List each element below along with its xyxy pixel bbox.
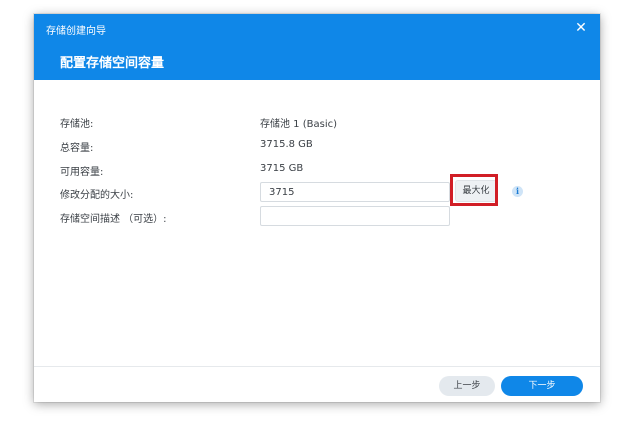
close-icon[interactable]: ✕ <box>572 19 590 37</box>
total-capacity-value: 3715.8 GB <box>260 139 313 150</box>
step-title: 配置存储空间容量 <box>60 56 165 71</box>
form-content: 存储池: 存储池 1 (Basic) 总容量: 3715.8 GB 可用容量: … <box>34 80 600 364</box>
storage-wizard-dialog: 存储创建向导 ✕ 配置存储空间容量 存储池: 存储池 1 (Basic) 总容量… <box>34 14 600 402</box>
allocated-size-input[interactable] <box>260 182 450 202</box>
available-capacity-label: 可用容量: <box>60 167 104 178</box>
highlight-box <box>450 174 498 206</box>
description-input[interactable] <box>260 206 450 226</box>
info-icon[interactable]: i <box>512 186 523 197</box>
wizard-title: 存储创建向导 <box>46 26 106 37</box>
allocated-size-label: 修改分配的大小: <box>60 190 134 201</box>
dialog-header: 存储创建向导 ✕ 配置存储空间容量 <box>34 14 600 80</box>
pool-value: 存储池 1 (Basic) <box>260 119 337 130</box>
available-capacity-value: 3715 GB <box>260 163 304 174</box>
dialog-footer: 上一步 下一步 <box>34 366 600 402</box>
next-button[interactable]: 下一步 <box>501 376 583 396</box>
total-capacity-label: 总容量: <box>60 143 94 154</box>
description-label: 存储空间描述 （可选）: <box>60 214 167 225</box>
pool-label: 存储池: <box>60 119 94 130</box>
previous-button[interactable]: 上一步 <box>439 376 495 396</box>
